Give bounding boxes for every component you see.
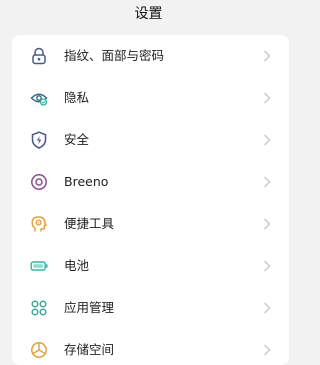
settings-item-label: 安全 bbox=[64, 132, 90, 147]
tools-head-icon bbox=[29, 214, 49, 234]
settings-item-privacy[interactable]: 隐私 bbox=[12, 77, 289, 119]
chevron-right-icon bbox=[263, 92, 271, 104]
settings-item-fingerprint-face-password[interactable]: 指纹、面部与密码 bbox=[12, 35, 289, 77]
settings-item-label: 隐私 bbox=[64, 90, 90, 105]
chevron-right-icon bbox=[263, 302, 271, 314]
chevron-right-icon bbox=[263, 50, 271, 62]
battery-icon bbox=[29, 256, 49, 276]
apps-grid-icon bbox=[29, 298, 49, 318]
settings-item-label: 存储空间 bbox=[64, 342, 115, 357]
settings-item-label: 指纹、面部与密码 bbox=[64, 48, 165, 63]
privacy-eye-icon bbox=[29, 88, 49, 108]
settings-item-security[interactable]: 安全 bbox=[12, 119, 289, 161]
settings-item-label: Breeno bbox=[64, 174, 109, 189]
settings-item-label: 便捷工具 bbox=[64, 216, 115, 231]
chevron-right-icon bbox=[263, 176, 271, 188]
settings-item-breeno[interactable]: Breeno bbox=[12, 161, 289, 203]
storage-pie-icon bbox=[29, 340, 49, 360]
chevron-right-icon bbox=[263, 344, 271, 356]
chevron-right-icon bbox=[263, 134, 271, 146]
breeno-ring-icon bbox=[29, 172, 49, 192]
page-title: 设置 bbox=[134, 6, 163, 22]
settings-item-app-management[interactable]: 应用管理 bbox=[12, 287, 289, 329]
settings-item-convenience-tools[interactable]: 便捷工具 bbox=[12, 203, 289, 245]
chevron-right-icon bbox=[263, 218, 271, 230]
shield-bolt-icon bbox=[29, 130, 49, 150]
lock-icon bbox=[29, 46, 49, 66]
settings-item-label: 应用管理 bbox=[64, 300, 115, 315]
chevron-right-icon bbox=[263, 260, 271, 272]
settings-item-battery[interactable]: 电池 bbox=[12, 245, 289, 287]
settings-item-label: 电池 bbox=[64, 258, 90, 273]
settings-list: 指纹、面部与密码 隐私 安全 Breeno 便捷工具 电池 应用管理 存储空间 bbox=[12, 35, 289, 365]
settings-item-storage[interactable]: 存储空间 bbox=[12, 329, 289, 365]
